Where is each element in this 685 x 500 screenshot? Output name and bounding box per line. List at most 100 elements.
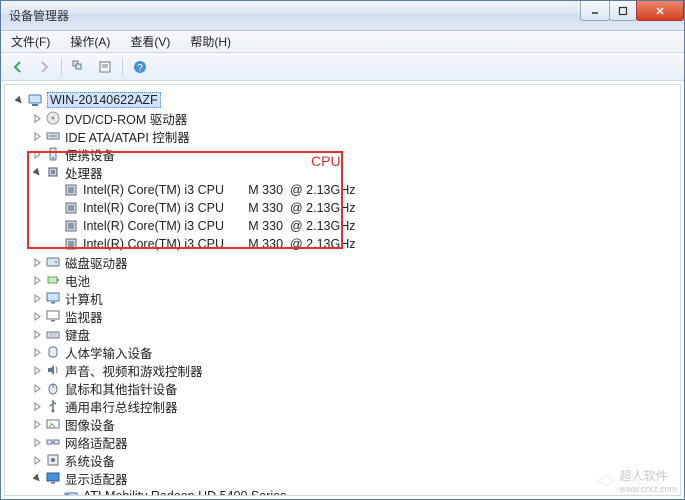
toolbar-back-button[interactable] [7, 56, 29, 78]
tree-category-node[interactable]: 图像设备 [9, 415, 676, 433]
tree-category-node[interactable]: 显示适配器 [9, 469, 676, 487]
expander-icon[interactable] [31, 112, 43, 124]
expander-icon[interactable] [31, 310, 43, 322]
cpu-chip-icon [63, 218, 79, 234]
tree-category-node[interactable]: 处理器 [9, 163, 676, 181]
tree-device-label: Intel(R) Core(TM) i3 CPU M 330 @ 2.13GHz [83, 237, 355, 251]
toolbar-refresh-button[interactable] [68, 56, 90, 78]
cpu-chip-icon [63, 236, 79, 252]
close-button[interactable] [636, 1, 684, 21]
menubar: 文件(F) 操作(A) 查看(V) 帮助(H) [1, 31, 684, 53]
system-icon [45, 452, 61, 468]
disc-icon [45, 110, 61, 126]
menu-help[interactable]: 帮助(H) [186, 31, 235, 52]
expander-icon[interactable] [31, 148, 43, 160]
portable-icon [45, 146, 61, 162]
expander-icon[interactable] [31, 364, 43, 376]
tree-category-label: 网络适配器 [65, 433, 128, 452]
expander-icon[interactable] [31, 472, 43, 484]
expander-spacer [49, 202, 61, 214]
toolbar-separator [61, 58, 62, 76]
tree-category-label: 人体学输入设备 [65, 343, 153, 362]
maximize-button[interactable] [609, 1, 637, 21]
toolbar: ? [1, 53, 684, 81]
tree-category-node[interactable]: 计算机 [9, 289, 676, 307]
toolbar-forward-button[interactable] [33, 56, 55, 78]
expander-spacer [49, 238, 61, 250]
expander-icon[interactable] [31, 400, 43, 412]
cpu-chip-icon [63, 200, 79, 216]
usb-icon [45, 398, 61, 414]
tree-category-node[interactable]: 磁盘驱动器 [9, 253, 676, 271]
tree-category-node[interactable]: 系统设备 [9, 451, 676, 469]
expander-spacer [49, 490, 61, 496]
tree-category-node[interactable]: 监视器 [9, 307, 676, 325]
network-icon [45, 434, 61, 450]
expander-icon[interactable] [31, 436, 43, 448]
tree-device-label: Intel(R) Core(TM) i3 CPU M 330 @ 2.13GHz [83, 183, 355, 197]
expander-icon[interactable] [31, 454, 43, 466]
expander-icon[interactable] [31, 382, 43, 394]
tree-category-label: 键盘 [65, 325, 90, 344]
toolbar-properties-button[interactable] [94, 56, 116, 78]
expander-icon[interactable] [31, 130, 43, 142]
tree-content[interactable]: WIN-20140622AZFDVD/CD-ROM 驱动器IDE ATA/ATA… [4, 84, 681, 496]
tree-root-label: WIN-20140622AZF [47, 92, 161, 108]
titlebar[interactable]: 设备管理器 [1, 1, 684, 31]
svg-text:?: ? [137, 63, 143, 74]
watermark-url: www.crxz.com [619, 484, 677, 494]
cpu-icon [45, 164, 61, 180]
tree-category-label: DVD/CD-ROM 驱动器 [65, 109, 187, 128]
tree-category-node[interactable]: 网络适配器 [9, 433, 676, 451]
expander-icon[interactable] [31, 328, 43, 340]
menu-action[interactable]: 操作(A) [66, 31, 114, 52]
watermark: 超人软件 www.crxz.com [597, 467, 677, 494]
expander-icon[interactable] [31, 418, 43, 430]
tree-category-node[interactable]: 电池 [9, 271, 676, 289]
tree-device-node[interactable]: Intel(R) Core(TM) i3 CPU M 330 @ 2.13GHz [9, 235, 676, 253]
tree-device-node[interactable]: Intel(R) Core(TM) i3 CPU M 330 @ 2.13GHz [9, 181, 676, 199]
tree-category-label: 处理器 [65, 163, 103, 182]
ide-icon [45, 128, 61, 144]
tree-category-label: 声音、视频和游戏控制器 [65, 361, 203, 380]
tree-category-node[interactable]: 声音、视频和游戏控制器 [9, 361, 676, 379]
tree-device-node[interactable]: Intel(R) Core(TM) i3 CPU M 330 @ 2.13GHz [9, 199, 676, 217]
tree-category-node[interactable]: DVD/CD-ROM 驱动器 [9, 109, 676, 127]
tree-category-node[interactable]: 人体学输入设备 [9, 343, 676, 361]
minimize-button[interactable] [580, 1, 610, 21]
expander-icon[interactable] [13, 94, 25, 106]
tree-category-node[interactable]: 键盘 [9, 325, 676, 343]
monitor-icon [45, 308, 61, 324]
tree-category-label: IDE ATA/ATAPI 控制器 [65, 127, 190, 146]
watermark-brand: 超人软件 [619, 467, 677, 484]
display-card-icon [63, 488, 79, 496]
tree-device-label: Intel(R) Core(TM) i3 CPU M 330 @ 2.13GHz [83, 201, 355, 215]
expander-icon[interactable] [31, 346, 43, 358]
tree-category-node[interactable]: 通用串行总线控制器 [9, 397, 676, 415]
menu-file[interactable]: 文件(F) [7, 31, 54, 52]
display-icon [45, 470, 61, 486]
tree-device-node[interactable]: ATI Mobility Radeon HD 5400 Series [9, 487, 676, 496]
sound-icon [45, 362, 61, 378]
tree-category-label: 计算机 [65, 289, 103, 308]
tree-category-node[interactable]: 鼠标和其他指针设备 [9, 379, 676, 397]
tree-root-node[interactable]: WIN-20140622AZF [9, 91, 676, 109]
tree-category-node[interactable]: IDE ATA/ATAPI 控制器 [9, 127, 676, 145]
tree-device-node[interactable]: Intel(R) Core(TM) i3 CPU M 330 @ 2.13GHz [9, 217, 676, 235]
window-controls [581, 1, 684, 23]
keyboard-icon [45, 326, 61, 342]
expander-icon[interactable] [31, 166, 43, 178]
expander-icon[interactable] [31, 274, 43, 286]
expander-icon[interactable] [31, 292, 43, 304]
computer-icon [27, 92, 43, 108]
toolbar-help-button[interactable]: ? [129, 56, 151, 78]
tree-category-label: 通用串行总线控制器 [65, 397, 178, 416]
hid-icon [45, 344, 61, 360]
window-title: 设备管理器 [9, 7, 69, 24]
tree-category-node[interactable]: 便携设备 [9, 145, 676, 163]
expander-icon[interactable] [31, 256, 43, 268]
computer-icon [45, 290, 61, 306]
expander-spacer [49, 184, 61, 196]
menu-view[interactable]: 查看(V) [126, 31, 174, 52]
disk-icon [45, 254, 61, 270]
